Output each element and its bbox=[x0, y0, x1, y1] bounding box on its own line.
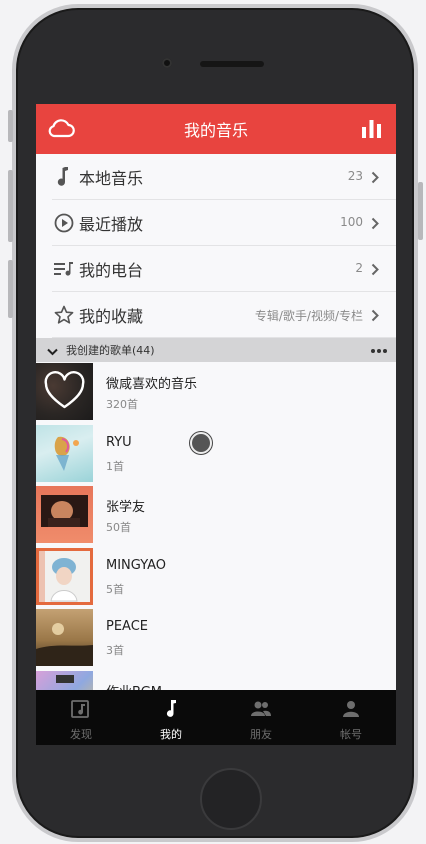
bottom-tab-bar: 发现 我的 朋友 帐号 bbox=[36, 690, 396, 745]
volume-down-button bbox=[8, 260, 13, 318]
music-note-icon bbox=[53, 166, 75, 188]
front-camera bbox=[162, 58, 172, 68]
app-screen: 我的音乐 本地音乐 23 最近播放 100 我的电台 2 我的收藏 专辑/歌手/… bbox=[36, 104, 396, 745]
created-playlists-header[interactable]: 我创建的歌单(44) bbox=[36, 338, 396, 362]
album-art-image bbox=[54, 436, 79, 471]
album-art-image bbox=[36, 623, 93, 666]
tab-discover[interactable]: 发现 bbox=[36, 690, 126, 745]
music-note-icon bbox=[164, 700, 178, 722]
playlist-count: 3首 bbox=[106, 644, 124, 657]
album-art-image bbox=[39, 550, 78, 602]
menu-local-music[interactable]: 本地音乐 23 bbox=[36, 154, 396, 200]
menu-count: 专辑/歌手/视频/专栏 bbox=[254, 309, 363, 323]
play-circle-icon bbox=[53, 212, 75, 234]
playlist-list: 微咸喜欢的音乐 320首 RYU 1首 张学友 50首 MINGYAO 5首 P… bbox=[36, 362, 396, 731]
section-title: 我创建的歌单(44) bbox=[66, 344, 155, 357]
account-icon bbox=[342, 700, 360, 722]
playlist-name: 张学友 bbox=[106, 500, 146, 515]
home-button[interactable] bbox=[200, 768, 262, 830]
album-art-image bbox=[41, 495, 88, 527]
tab-friends[interactable]: 朋友 bbox=[216, 690, 306, 745]
star-icon bbox=[53, 304, 75, 326]
playlist-item[interactable]: 微咸喜欢的音乐 320首 bbox=[36, 362, 396, 424]
menu-my-radio[interactable]: 我的电台 2 bbox=[36, 246, 396, 292]
menu-label: 我的电台 bbox=[79, 261, 144, 280]
radio-list-icon bbox=[53, 258, 75, 280]
playlist-count: 320首 bbox=[106, 398, 138, 411]
playlist-cover bbox=[36, 547, 93, 605]
playlist-count: 5首 bbox=[106, 582, 124, 596]
tab-label: 帐号 bbox=[340, 728, 362, 741]
menu-my-favorites[interactable]: 我的收藏 专辑/歌手/视频/专栏 bbox=[36, 292, 396, 338]
playlist-item[interactable]: MINGYAO 5首 bbox=[36, 547, 396, 609]
chevron-right-icon bbox=[371, 261, 379, 280]
playlist-cover bbox=[36, 363, 93, 420]
chevron-right-icon bbox=[371, 169, 379, 188]
menu-count: 100 bbox=[340, 215, 363, 229]
tab-my-music[interactable]: 我的 bbox=[126, 690, 216, 745]
playlist-item[interactable]: 张学友 50首 bbox=[36, 485, 396, 547]
tab-label: 发现 bbox=[70, 728, 92, 741]
menu-count: 23 bbox=[347, 169, 363, 183]
discover-icon bbox=[71, 700, 91, 722]
chevron-right-icon bbox=[371, 215, 379, 234]
menu-label: 我的收藏 bbox=[79, 307, 144, 326]
chevron-right-icon bbox=[371, 307, 379, 326]
equalizer-icon[interactable] bbox=[362, 120, 381, 142]
more-options-icon[interactable] bbox=[370, 343, 388, 362]
cloud-icon[interactable] bbox=[47, 118, 75, 142]
my-music-menu: 本地音乐 23 最近播放 100 我的电台 2 我的收藏 专辑/歌手/视频/专栏 bbox=[36, 154, 396, 338]
page-title: 我的音乐 bbox=[183, 121, 248, 140]
heart-icon bbox=[44, 371, 85, 409]
volume-up-button bbox=[8, 170, 13, 242]
playlist-item[interactable]: PEACE 3首 bbox=[36, 608, 396, 670]
menu-label: 本地音乐 bbox=[79, 169, 144, 188]
menu-label: 最近播放 bbox=[79, 215, 144, 234]
playlist-count: 50首 bbox=[106, 521, 131, 534]
playlist-name: MINGYAO bbox=[106, 557, 167, 573]
playlist-item[interactable]: RYU 1首 bbox=[36, 424, 396, 486]
friends-icon bbox=[250, 700, 272, 722]
playlist-cover bbox=[36, 609, 93, 666]
earpiece-speaker bbox=[200, 61, 264, 67]
playlist-cover bbox=[36, 486, 93, 543]
top-bar: 我的音乐 bbox=[36, 104, 396, 154]
playlist-name: PEACE bbox=[106, 619, 149, 634]
mute-switch bbox=[8, 110, 13, 142]
menu-recent-play[interactable]: 最近播放 100 bbox=[36, 200, 396, 246]
playlist-cover bbox=[36, 424, 93, 482]
touch-cursor bbox=[190, 432, 212, 454]
playlist-name: 微咸喜欢的音乐 bbox=[106, 377, 198, 392]
menu-count: 2 bbox=[355, 261, 363, 275]
playlist-name: RYU bbox=[106, 434, 132, 450]
tab-label: 朋友 bbox=[250, 728, 272, 741]
tab-account[interactable]: 帐号 bbox=[306, 690, 396, 745]
tab-label: 我的 bbox=[160, 728, 182, 741]
playlist-count: 1首 bbox=[106, 459, 124, 473]
power-button bbox=[418, 182, 423, 240]
chevron-down-icon[interactable] bbox=[47, 341, 58, 360]
